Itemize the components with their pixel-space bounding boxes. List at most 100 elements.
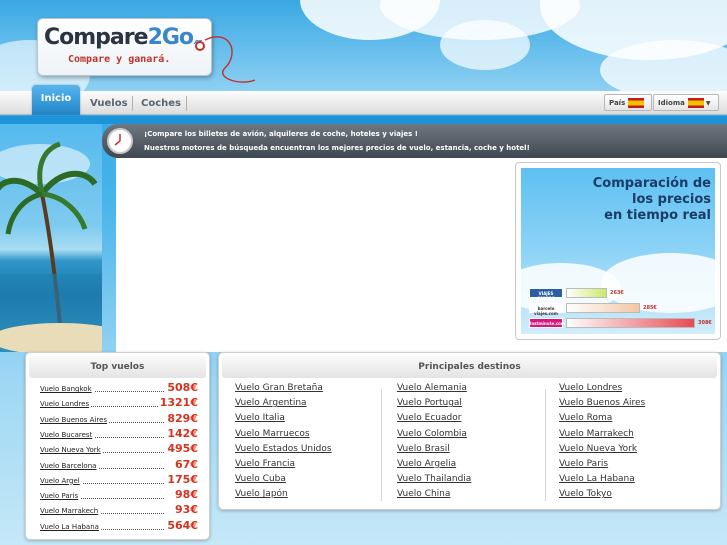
flight-price: 495€ [165, 442, 198, 456]
nav-divider [132, 96, 133, 111]
spain-flag-icon [687, 98, 704, 108]
flight-price: 175€ [165, 472, 198, 486]
header-band [0, 116, 727, 124]
flight-link[interactable]: Vuelo Paris [40, 492, 81, 501]
intro-banner: ¡Compare los billetes de avión, alquiler… [102, 124, 727, 158]
destinations-panel: Principales destinos Vuelo Gran Bretaña V… [218, 352, 721, 510]
destination-link[interactable]: Vuelo Portugal [397, 398, 547, 413]
flight-price: 93€ [173, 503, 198, 517]
language-label: Idioma [658, 99, 685, 107]
flight-link[interactable]: Vuelo Bangkok [40, 385, 94, 393]
top-flights-panel: Top vuelos Vuelo Bangkok 508€ Vuelo Londre… [25, 352, 210, 540]
top-flight-row[interactable]: Vuelo Londres 1321€ [40, 396, 198, 411]
ad-price-row: VIAJES ÚNICOS 263€ [529, 288, 715, 301]
destination-link[interactable]: Vuelo Ecuador [397, 413, 547, 428]
top-flight-row[interactable]: Vuelo Bucarest 142€ [40, 426, 198, 442]
language-selector[interactable]: Idioma ▼ [653, 94, 719, 111]
destination-link[interactable]: Vuelo Japón [235, 489, 385, 504]
nav-divider [186, 96, 187, 111]
ad-price: 308€ [698, 320, 712, 326]
partner-logo: lastminute.com [529, 318, 565, 328]
destination-link[interactable]: Vuelo Brasil [397, 444, 547, 459]
destination-link[interactable]: Vuelo Marruecos [235, 429, 385, 444]
price-bar [566, 288, 607, 298]
destination-link[interactable]: Vuelo Argelia [397, 459, 547, 474]
top-flight-row[interactable]: Vuelo Buenos Aires 829€ [40, 411, 198, 427]
flight-price: 508€ [165, 381, 198, 394]
flight-link[interactable]: Vuelo Nueva York [40, 446, 103, 455]
destination-link[interactable]: Vuelo Alemania [397, 383, 547, 398]
top-flight-row[interactable]: Vuelo Nueva York 495€ [40, 442, 198, 457]
chevron-down-icon: ▼ [705, 100, 711, 107]
flight-link[interactable]: Vuelo Marrakech [40, 507, 101, 516]
destinations-title: Principales destinos [222, 356, 717, 378]
destinations-column: Vuelo Alemania Vuelo Portugal Vuelo Ecuado… [397, 383, 547, 505]
destination-link[interactable]: Vuelo China [397, 489, 547, 504]
country-selector[interactable]: País [604, 94, 652, 111]
flight-link[interactable]: Vuelo Argel [40, 476, 82, 485]
price-comparison-ad[interactable]: Comparación de los precios en tiempo rea… [515, 162, 721, 340]
destination-link[interactable]: Vuelo Estados Unidos [235, 444, 385, 459]
flight-price: 98€ [173, 488, 198, 502]
flight-link[interactable]: Vuelo Bucarest [40, 430, 95, 439]
logo-tagline: Compare y ganará. [68, 54, 171, 65]
ad-price-row: lastminute.com 308€ [529, 318, 715, 328]
destination-link[interactable]: Vuelo Gran Bretaña [235, 383, 385, 398]
site-logo[interactable]: Compare2Go.es Compare y ganará. [37, 18, 212, 76]
top-flight-row[interactable]: Vuelo Barcelona 67€ [40, 457, 198, 473]
flight-link[interactable]: Vuelo La Habana [40, 522, 101, 531]
destination-link[interactable]: Vuelo Nueva York [559, 444, 709, 459]
flight-link[interactable]: Vuelo Barcelona [40, 461, 99, 470]
flight-price: 67€ [173, 457, 198, 471]
destination-link[interactable]: Vuelo Buenos Aires [559, 398, 709, 413]
flight-price: 142€ [165, 426, 198, 440]
cloud-decoration [440, 20, 530, 70]
ad-title: Comparación de los precios en tiempo rea… [592, 176, 711, 223]
top-flight-row[interactable]: Vuelo Marrakech 93€ [40, 503, 198, 518]
partner-logo: barcelo viajes.com [529, 303, 563, 316]
destination-link[interactable]: Vuelo Paris [559, 459, 709, 474]
top-flight-row[interactable]: Vuelo Paris 98€ [40, 488, 198, 503]
tag-string-icon [204, 36, 256, 83]
tab-coches[interactable]: Coches [134, 95, 188, 115]
main-nav: Inicio Vuelos Coches País Idioma ▼ [0, 85, 727, 115]
tab-vuelos[interactable]: Vuelos [83, 95, 135, 115]
destinations-column: Vuelo Londres Vuelo Buenos Aires Vuelo Rom… [559, 383, 709, 505]
top-flight-row[interactable]: Vuelo La Habana 564€ [40, 518, 198, 534]
spain-flag-icon [628, 98, 645, 108]
logo-wordmark: Compare2Go.es [44, 25, 203, 50]
flight-price: 1321€ [157, 396, 198, 410]
flight-price: 564€ [165, 518, 198, 532]
destination-link[interactable]: Vuelo Argentina [235, 398, 385, 413]
destination-link[interactable]: Vuelo Londres [559, 383, 709, 398]
header: Compare2Go.es Compare y ganará. [0, 0, 727, 92]
destinations-column: Vuelo Gran Bretaña Vuelo Argentina Vuelo I… [235, 383, 385, 505]
destination-link[interactable]: Vuelo La Habana [559, 474, 709, 489]
country-label: País [609, 99, 626, 107]
banner-headline: ¡Compare los billetes de avión, alquiler… [144, 130, 418, 138]
clock-icon [107, 128, 133, 154]
palm-tree-icon [0, 141, 130, 355]
destination-link[interactable]: Vuelo Tokyo [559, 489, 709, 504]
tab-inicio[interactable]: Inicio [32, 85, 80, 115]
price-bar [566, 318, 695, 328]
flight-price: 829€ [165, 411, 198, 425]
destination-link[interactable]: Vuelo Colombia [397, 429, 547, 444]
price-bar [566, 303, 640, 313]
destination-link[interactable]: Vuelo Francia [235, 459, 385, 474]
palm-beach-image [0, 124, 130, 355]
ad-price: 285€ [643, 305, 657, 311]
destination-link[interactable]: Vuelo Thailandia [397, 474, 547, 489]
top-flight-row[interactable]: Vuelo Argel 175€ [40, 472, 198, 488]
flight-link[interactable]: Vuelo Londres [40, 400, 92, 409]
top-flight-row[interactable]: Vuelo Bangkok 508€ [40, 381, 198, 396]
ad-price-row: barcelo viajes.com 285€ [529, 303, 715, 316]
banner-subtext: Nuestros motores de búsqueda encuentran … [144, 144, 530, 152]
flight-link[interactable]: Vuelo Buenos Aires [40, 415, 110, 424]
destination-link[interactable]: Vuelo Marrakech [559, 429, 709, 444]
destination-link[interactable]: Vuelo Italia [235, 413, 385, 428]
partner-logo: VIAJES ÚNICOS [529, 288, 563, 301]
destination-link[interactable]: Vuelo Cuba [235, 474, 385, 489]
destination-link[interactable]: Vuelo Roma [559, 413, 709, 428]
ad-price: 263€ [610, 290, 624, 296]
